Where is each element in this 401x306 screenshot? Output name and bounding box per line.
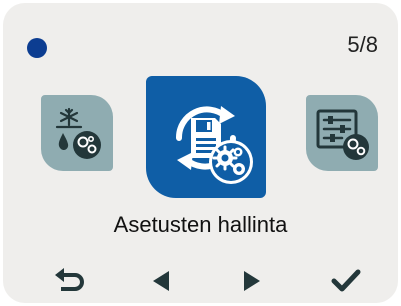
next-button[interactable] [230, 261, 276, 301]
confirm-button[interactable] [323, 261, 369, 301]
arrow-right-icon [244, 271, 260, 291]
device-screen: 5/8 Asetusten hallinta [3, 3, 398, 303]
back-arrow-icon [55, 268, 84, 291]
arrow-left-icon [153, 271, 169, 291]
page-counter: 5/8 [347, 32, 378, 57]
adjustment-settings-icon [316, 109, 369, 160]
menu-tile-previous[interactable] [41, 95, 113, 171]
menu-tile-next[interactable] [306, 95, 378, 171]
back-button[interactable] [46, 261, 92, 301]
status-indicator [27, 38, 47, 58]
checkmark-icon [331, 269, 361, 292]
defrost-settings-icon [55, 107, 101, 159]
previous-button[interactable] [137, 261, 183, 301]
menu-tile-selected[interactable] [146, 76, 266, 198]
selected-menu-title: Asetusten hallinta [113, 212, 288, 237]
settings-backup-icon [175, 106, 253, 184]
